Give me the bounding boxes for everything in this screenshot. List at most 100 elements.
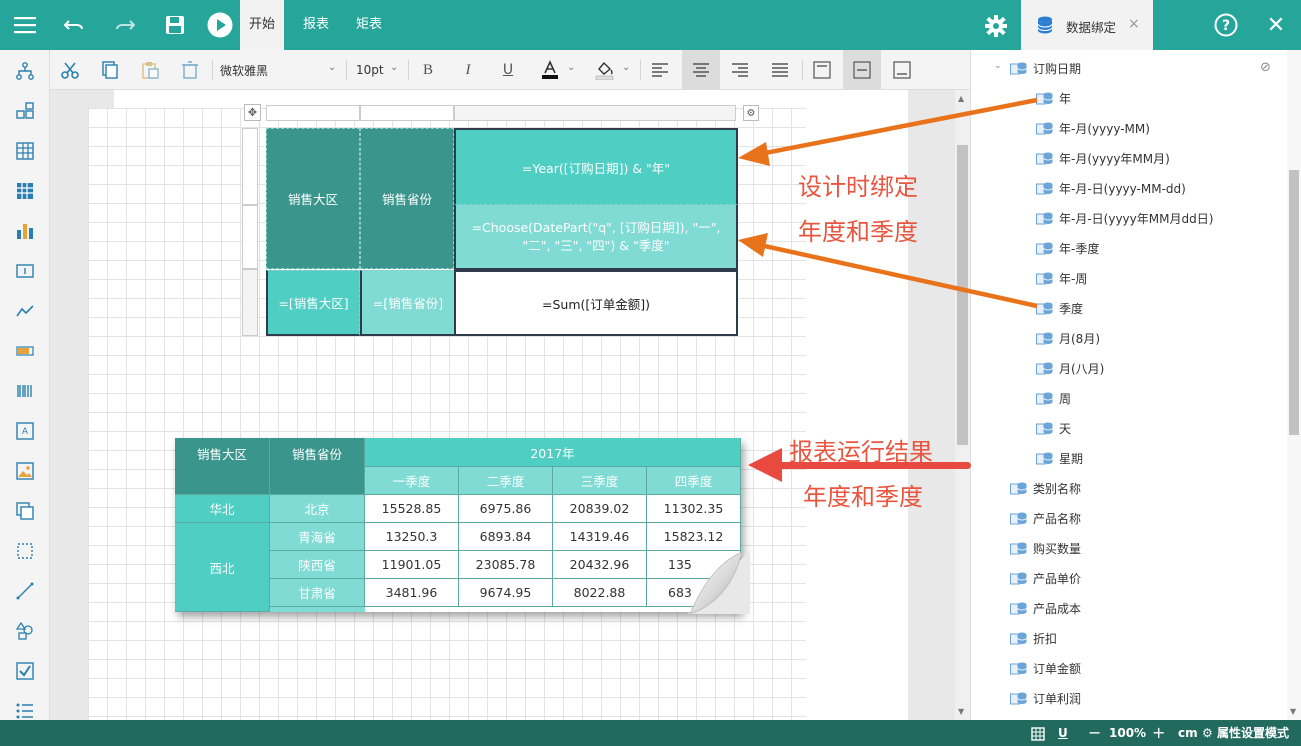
design-province-header[interactable]: 销售省份	[360, 128, 454, 269]
settings-handle-icon[interactable]: ⚙	[743, 105, 759, 121]
tree-item-field[interactable]: 订单金额	[1010, 657, 1081, 679]
design-sum-cell[interactable]: =Sum([订单金额])	[454, 270, 738, 336]
cut-icon[interactable]	[56, 56, 84, 84]
zoom-out-icon[interactable]: −	[1088, 720, 1101, 746]
align-center-icon[interactable]	[682, 50, 720, 90]
column-handle[interactable]	[360, 105, 454, 121]
scroll-down-icon[interactable]: ▼	[958, 707, 964, 716]
design-region-field[interactable]: =[销售大区]	[266, 270, 360, 336]
gear-icon[interactable]	[983, 13, 1009, 39]
tree-item-field[interactable]: 购买数量	[1010, 537, 1081, 559]
tree-item-date-part[interactable]: 年-月(yyyy-MM)	[1036, 117, 1150, 139]
databar-icon[interactable]	[12, 338, 38, 364]
chevron-down-icon[interactable]: ⌄	[328, 62, 336, 73]
barcode-icon[interactable]	[12, 378, 38, 404]
property-mode[interactable]: 属性设置模式	[1217, 720, 1289, 746]
chevron-down-icon[interactable]: ⌄	[567, 62, 575, 73]
preview-play-icon[interactable]	[207, 12, 233, 38]
tree-item-field[interactable]: 产品名称	[1010, 507, 1081, 529]
snap-icon[interactable]: U	[1058, 720, 1068, 746]
sparkline-icon[interactable]	[12, 298, 38, 324]
close-icon[interactable]: ✕	[1264, 12, 1288, 38]
collapse-icon[interactable]: ⌄	[994, 61, 1002, 71]
chevron-down-icon[interactable]: ⌄	[390, 62, 398, 73]
tree-item-field[interactable]: 产品成本	[1010, 597, 1081, 619]
menu-icon[interactable]	[12, 13, 38, 37]
table-icon[interactable]	[12, 138, 38, 164]
subreport-icon[interactable]	[12, 498, 38, 524]
tree-item-date-part[interactable]: 年-季度	[1036, 237, 1099, 259]
font-size-select[interactable]: 10pt	[356, 63, 384, 77]
column-handle[interactable]	[266, 105, 360, 121]
tree-item-date-part[interactable]: 月(8月)	[1036, 327, 1100, 349]
align-left-icon[interactable]	[646, 56, 674, 84]
column-handle[interactable]	[454, 105, 736, 121]
tree-item-date-part[interactable]: 天	[1036, 417, 1071, 439]
tree-item-date-part[interactable]: 周	[1036, 387, 1071, 409]
valign-middle-icon[interactable]	[843, 50, 881, 90]
save-icon[interactable]	[163, 13, 187, 37]
font-name-select[interactable]: 微软雅黑	[220, 62, 268, 79]
tab-matrix[interactable]: 矩表	[348, 0, 390, 50]
line-icon[interactable]	[12, 578, 38, 604]
chevron-down-icon[interactable]: ⌄	[622, 62, 630, 73]
redo-icon[interactable]	[113, 13, 137, 37]
tree-item-date-part[interactable]: 星期	[1036, 447, 1083, 469]
help-icon[interactable]: ?	[1213, 12, 1239, 38]
unit-selector[interactable]: cm	[1178, 720, 1198, 746]
underline-icon[interactable]: U	[494, 56, 522, 84]
close-tab-icon[interactable]: ×	[1128, 16, 1140, 32]
copy-icon[interactable]	[96, 56, 124, 84]
tree-item-date-part[interactable]: 年-周	[1036, 267, 1087, 289]
container-icon[interactable]	[12, 538, 38, 564]
tree-item-date-part[interactable]: 季度	[1036, 297, 1083, 319]
move-handle-icon[interactable]: ✥	[244, 104, 261, 121]
chart-icon[interactable]	[12, 218, 38, 244]
tree-item-date-part[interactable]: 年-月-日(yyyy年MM月dd日)	[1036, 207, 1213, 229]
design-year-cell[interactable]: =Year([订购日期]) & "年"	[454, 128, 738, 205]
font-color-icon[interactable]	[536, 56, 564, 84]
design-province-field[interactable]: =[销售省份]	[360, 270, 454, 336]
components-icon[interactable]	[12, 98, 38, 124]
panel-scroll-thumb[interactable]	[1289, 170, 1299, 435]
row-handle[interactable]	[242, 205, 258, 269]
tab-report[interactable]: 报表	[295, 0, 337, 50]
undo-icon[interactable]	[62, 13, 86, 37]
checkbox-icon[interactable]	[12, 658, 38, 684]
valign-bottom-icon[interactable]	[888, 56, 916, 84]
tree-item-field[interactable]: 订单利润	[1010, 687, 1081, 709]
hierarchy-icon[interactable]	[12, 58, 38, 84]
data-binding-tab[interactable]: 数据绑定 ×	[1021, 0, 1153, 50]
zoom-in-icon[interactable]: +	[1152, 720, 1165, 746]
scroll-down-icon[interactable]: ▼	[1290, 707, 1296, 716]
paste-icon[interactable]	[136, 56, 164, 84]
delete-icon[interactable]	[176, 56, 204, 84]
tree-item-date-part[interactable]: 年-月(yyyy年MM月)	[1036, 147, 1170, 169]
justify-icon[interactable]	[766, 56, 794, 84]
richtext-icon[interactable]: A	[12, 418, 38, 444]
tree-item-field[interactable]: 折扣	[1010, 627, 1057, 649]
tree-item-date-part[interactable]: 年-月-日(yyyy-MM-dd)	[1036, 177, 1186, 199]
grid-toggle-icon[interactable]	[1031, 720, 1045, 746]
matrix-icon[interactable]	[12, 178, 38, 204]
italic-icon[interactable]: I	[454, 56, 482, 84]
tree-item-field[interactable]: 产品单价	[1010, 567, 1081, 589]
textbox-icon[interactable]	[12, 258, 38, 284]
align-right-icon[interactable]	[726, 56, 754, 84]
tree-item-field[interactable]: 类别名称	[1010, 477, 1081, 499]
hide-icon[interactable]: ⊘	[1260, 60, 1271, 75]
row-handle[interactable]	[242, 128, 258, 205]
design-quarter-cell[interactable]: =Choose(DatePart("q", [订购日期]), "一", "二",…	[454, 205, 738, 270]
shape-icon[interactable]	[12, 618, 38, 644]
canvas-scroll-thumb[interactable]	[957, 145, 968, 445]
valign-top-icon[interactable]	[808, 56, 836, 84]
design-region-header[interactable]: 销售大区	[266, 128, 360, 269]
gear-icon[interactable]: ⚙	[1202, 720, 1213, 746]
tree-item-date[interactable]: ⌄ 订购日期	[994, 57, 1081, 79]
tab-start[interactable]: 开始	[240, 0, 284, 50]
fill-color-icon[interactable]	[591, 56, 619, 84]
row-handle[interactable]	[242, 269, 258, 336]
bold-icon[interactable]: B	[414, 56, 442, 84]
tree-item-date-part[interactable]: 月(八月)	[1036, 357, 1104, 379]
scroll-up-icon[interactable]: ▲	[958, 94, 964, 103]
